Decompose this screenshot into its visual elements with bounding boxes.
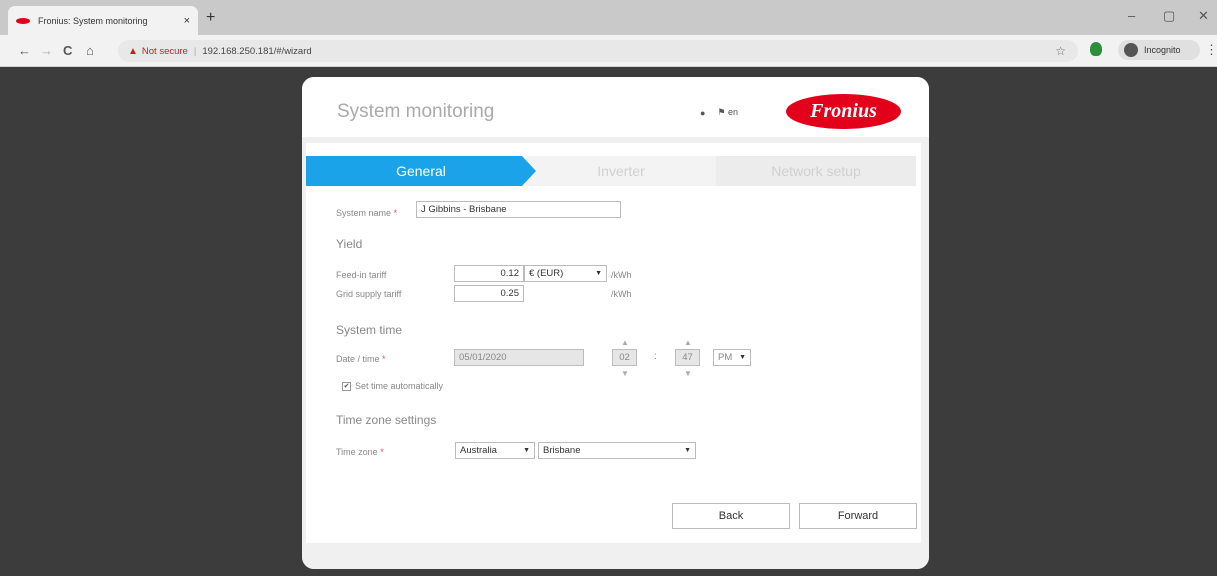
tab-close-icon[interactable]: × [184, 15, 190, 27]
bookmark-star-icon[interactable]: ☆ [1055, 44, 1066, 58]
browser-tab-bar: Fronius: System monitoring × + – ▢ ✕ [0, 0, 1217, 35]
required-mark: * [382, 354, 386, 364]
hour-down-icon[interactable]: ▼ [621, 369, 629, 378]
evernote-extension-icon[interactable] [1090, 42, 1102, 56]
city-value: Brisbane [543, 445, 581, 456]
url-text[interactable]: 192.168.250.181/#/wizard [202, 46, 311, 57]
wizard-content: Inverter Network setup General System na… [306, 143, 921, 543]
date-time-label: Date / time * [336, 354, 386, 364]
system-name-label: System name * [336, 208, 398, 218]
chevron-down-icon: ▼ [595, 270, 602, 277]
address-divider: | [193, 45, 197, 57]
minimize-icon[interactable]: – [1128, 8, 1135, 23]
panel-header: System monitoring ● ⚑ en Fronius [302, 77, 929, 137]
back-button[interactable]: Back [672, 503, 790, 529]
auto-time-label: Set time automatically [355, 381, 444, 391]
flag-icon: ⚑ [717, 107, 726, 117]
date-input: 05/01/2020 [454, 349, 584, 366]
step-general[interactable]: General [306, 156, 536, 186]
grid-supply-tariff-input[interactable]: 0.25 [454, 285, 524, 302]
chevron-down-icon: ▼ [523, 447, 530, 454]
maximize-icon[interactable]: ▢ [1163, 8, 1175, 24]
yield-heading: Yield [336, 237, 363, 251]
page-title: System monitoring [337, 101, 495, 122]
new-tab-icon[interactable]: + [206, 9, 215, 27]
address-bar[interactable]: ▲ Not secure | 192.168.250.181/#/wizard … [118, 40, 1078, 62]
grid-supply-unit: /kWh [611, 289, 632, 299]
hour-up-icon[interactable]: ▲ [621, 338, 629, 347]
system-name-input[interactable]: J Gibbins - Brisbane [416, 201, 621, 218]
currency-select[interactable]: € (EUR) ▼ [524, 265, 607, 282]
incognito-profile-button[interactable]: Incognito [1118, 40, 1200, 60]
fronius-logo: Fronius [786, 94, 901, 129]
incognito-icon [1124, 43, 1138, 57]
fronius-favicon-icon [16, 17, 30, 24]
home-icon[interactable]: ⌂ [86, 43, 94, 58]
forward-button[interactable]: Forward [799, 503, 917, 529]
info-icon[interactable]: ● [700, 108, 705, 118]
region-value: Australia [460, 445, 497, 456]
timezone-city-select[interactable]: Brisbane ▼ [538, 442, 696, 459]
browser-tab[interactable]: Fronius: System monitoring × [8, 6, 198, 35]
browser-menu-icon[interactable]: ⋮ [1205, 42, 1217, 58]
reload-icon[interactable]: C [63, 43, 72, 58]
checkbox-check-icon: ✔ [342, 381, 351, 391]
timezone-heading: Time zone settings [336, 413, 437, 427]
header-icons: ● ⚑ en [700, 107, 738, 118]
hour-input[interactable]: 02 [612, 349, 637, 366]
ampm-value: PM [718, 352, 733, 363]
system-time-heading: System time [336, 323, 403, 337]
timezone-label: Time zone * [336, 447, 384, 457]
browser-toolbar: ← → C ⌂ ▲ Not secure | 192.168.250.181/#… [0, 35, 1217, 67]
auto-time-checkbox[interactable]: ✔ Set time automatically [342, 381, 443, 391]
minute-up-icon[interactable]: ▲ [684, 338, 692, 347]
step-inverter[interactable]: Inverter [526, 156, 716, 186]
forward-arrow-icon[interactable]: → [40, 43, 53, 58]
currency-value: € (EUR) [529, 268, 564, 279]
ampm-select[interactable]: PM ▼ [713, 349, 751, 366]
minute-input[interactable]: 47 [675, 349, 700, 366]
back-arrow-icon[interactable]: ← [18, 43, 31, 58]
window-close-icon[interactable]: ✕ [1198, 8, 1209, 24]
timezone-region-select[interactable]: Australia ▼ [455, 442, 535, 459]
tab-title: Fronius: System monitoring [38, 15, 148, 26]
required-mark: * [380, 447, 384, 457]
wizard-panel: System monitoring ● ⚑ en Fronius Inverte… [302, 77, 929, 569]
required-mark: * [393, 208, 398, 218]
wizard-steps: Inverter Network setup General [306, 156, 916, 186]
incognito-label: Incognito [1144, 45, 1181, 55]
chevron-down-icon: ▼ [684, 447, 691, 454]
warning-icon: ▲ [128, 45, 138, 57]
feed-in-tariff-label: Feed-in tariff [336, 270, 387, 280]
step-network-setup[interactable]: Network setup [716, 156, 916, 186]
time-separator: : [654, 351, 657, 362]
feed-in-tariff-input[interactable]: 0.12 [454, 265, 524, 282]
language-selector[interactable]: ⚑ en [717, 107, 738, 118]
grid-supply-tariff-label: Grid supply tariff [336, 289, 402, 299]
not-secure-label[interactable]: Not secure [142, 46, 188, 57]
minute-down-icon[interactable]: ▼ [684, 369, 692, 378]
language-label: en [728, 107, 739, 117]
chevron-down-icon: ▼ [739, 354, 746, 361]
panel-footer [302, 543, 929, 569]
feed-in-unit: /kWh [611, 270, 632, 280]
